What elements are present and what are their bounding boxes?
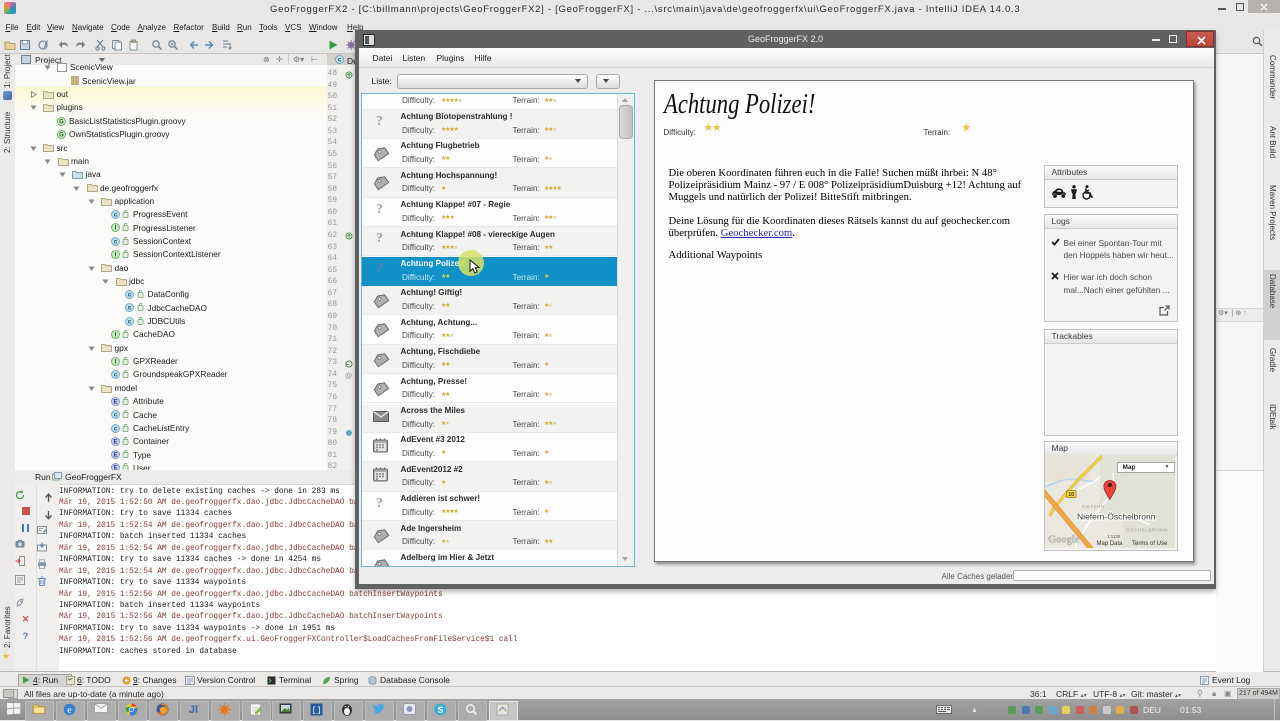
svg-text:E: E xyxy=(113,399,117,405)
svg-text:Niefern-Öschelbronn: Niefern-Öschelbronn xyxy=(1077,512,1156,522)
svg-text:Google: Google xyxy=(1048,535,1080,546)
svg-text:NIEFERN: NIEFERN xyxy=(1082,504,1104,509)
svg-text:Map Data: Map Data xyxy=(1096,541,1123,547)
svg-text:E: E xyxy=(113,439,117,445)
svg-text:1:1135: 1:1135 xyxy=(1107,534,1121,539)
svg-text:ÖSCHELBRONN: ÖSCHELBRONN xyxy=(1126,527,1168,533)
svg-text:Terms of Use: Terms of Use xyxy=(1132,541,1168,547)
svg-text:G: G xyxy=(59,132,64,138)
svg-text:[]: [] xyxy=(312,707,322,716)
svg-text:Jl: Jl xyxy=(189,704,198,716)
svg-text:e: e xyxy=(67,705,72,716)
svg-text:10: 10 xyxy=(1068,492,1074,498)
svg-text:S: S xyxy=(437,705,443,715)
svg-text:G: G xyxy=(59,119,64,125)
svg-text:E: E xyxy=(113,453,117,459)
